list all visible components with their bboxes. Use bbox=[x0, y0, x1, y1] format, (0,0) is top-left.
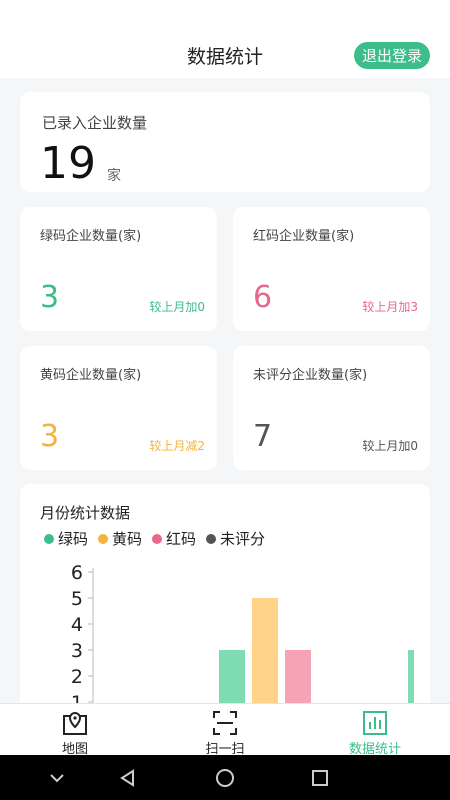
y-tick-label: 4 bbox=[71, 614, 83, 636]
nav-item-stats[interactable]: 数据统计 bbox=[300, 704, 450, 757]
bar-绿码[interactable] bbox=[408, 650, 414, 704]
legend-label: 红码 bbox=[166, 530, 197, 548]
legend-item-yellow[interactable]: 黄码 bbox=[98, 528, 142, 549]
chart-title: 月份统计数据 bbox=[40, 504, 131, 522]
bar-绿码[interactable] bbox=[219, 650, 245, 704]
legend-label: 绿码 bbox=[58, 530, 89, 548]
stat-label: 红码企业数量(家) bbox=[253, 229, 355, 244]
red-code-card: 红码企业数量(家) 6 较上月加3 bbox=[233, 207, 430, 331]
bar-chart: 654321 bbox=[71, 562, 414, 704]
total-unit: 家 bbox=[107, 168, 121, 184]
stat-label: 未评分企业数量(家) bbox=[253, 368, 368, 383]
nav-item-scan[interactable]: 扫一扫 bbox=[150, 704, 300, 757]
stat-change: 较上月加0 bbox=[149, 300, 205, 314]
legend-item-unscored[interactable]: 未评分 bbox=[206, 528, 265, 549]
map-pin-icon bbox=[63, 711, 87, 735]
app-header: 数据统计 退出登录 bbox=[0, 0, 450, 78]
yellow-code-card: 黄码企业数量(家) 3 较上月减2 bbox=[20, 346, 217, 470]
y-tick-label: 5 bbox=[71, 588, 83, 610]
stat-change: 较上月加0 bbox=[362, 439, 418, 453]
unscored-card: 未评分企业数量(家) 7 较上月加0 bbox=[233, 346, 430, 470]
system-nav-bar bbox=[0, 755, 450, 800]
chevron-down-icon[interactable] bbox=[46, 767, 68, 789]
bar-chart-icon bbox=[363, 711, 387, 735]
logout-button[interactable]: 退出登录 bbox=[353, 42, 430, 69]
bar-红码[interactable] bbox=[285, 650, 311, 704]
legend-label: 未评分 bbox=[220, 530, 266, 548]
bar-黄码[interactable] bbox=[252, 598, 278, 704]
green-code-card: 绿码企业数量(家) 3 较上月加0 bbox=[20, 207, 217, 331]
stat-label: 黄码企业数量(家) bbox=[40, 368, 142, 383]
y-tick-label: 6 bbox=[71, 562, 83, 584]
stat-label: 绿码企业数量(家) bbox=[40, 229, 142, 244]
recents-icon[interactable] bbox=[309, 767, 331, 789]
nav-item-map[interactable]: 地图 bbox=[0, 704, 150, 757]
legend-dot bbox=[206, 533, 217, 544]
back-icon[interactable] bbox=[117, 767, 139, 789]
total-label: 已录入企业数量 bbox=[42, 114, 148, 132]
y-tick-label: 2 bbox=[71, 666, 83, 688]
legend-dot bbox=[98, 533, 109, 544]
stat-value: 3 bbox=[40, 419, 60, 454]
legend-dot bbox=[152, 533, 163, 544]
legend-dot bbox=[44, 533, 54, 544]
bottom-nav: 地图 扫一扫 数据统计 bbox=[0, 703, 450, 757]
legend-item-red[interactable]: 红码 bbox=[152, 528, 196, 549]
monthly-chart-card: 月份统计数据 绿码 黄码 红码 未评分 654321 bbox=[20, 484, 430, 724]
total-companies-card: 已录入企业数量 19 bbox=[20, 92, 430, 192]
y-tick-label: 3 bbox=[71, 640, 83, 662]
stat-value: 3 bbox=[40, 280, 60, 315]
stat-value: 7 bbox=[253, 419, 273, 454]
total-value: 19 bbox=[40, 138, 96, 189]
chart-legend: 绿码 黄码 红码 未评分 bbox=[44, 528, 265, 549]
stat-change: 较上月减2 bbox=[149, 439, 205, 453]
legend-label: 黄码 bbox=[112, 530, 143, 548]
stat-change: 较上月加3 bbox=[362, 300, 418, 314]
home-icon[interactable] bbox=[214, 767, 236, 789]
scan-icon bbox=[213, 711, 237, 735]
stat-value: 6 bbox=[253, 280, 273, 315]
legend-item-green[interactable]: 绿码 bbox=[44, 528, 88, 549]
